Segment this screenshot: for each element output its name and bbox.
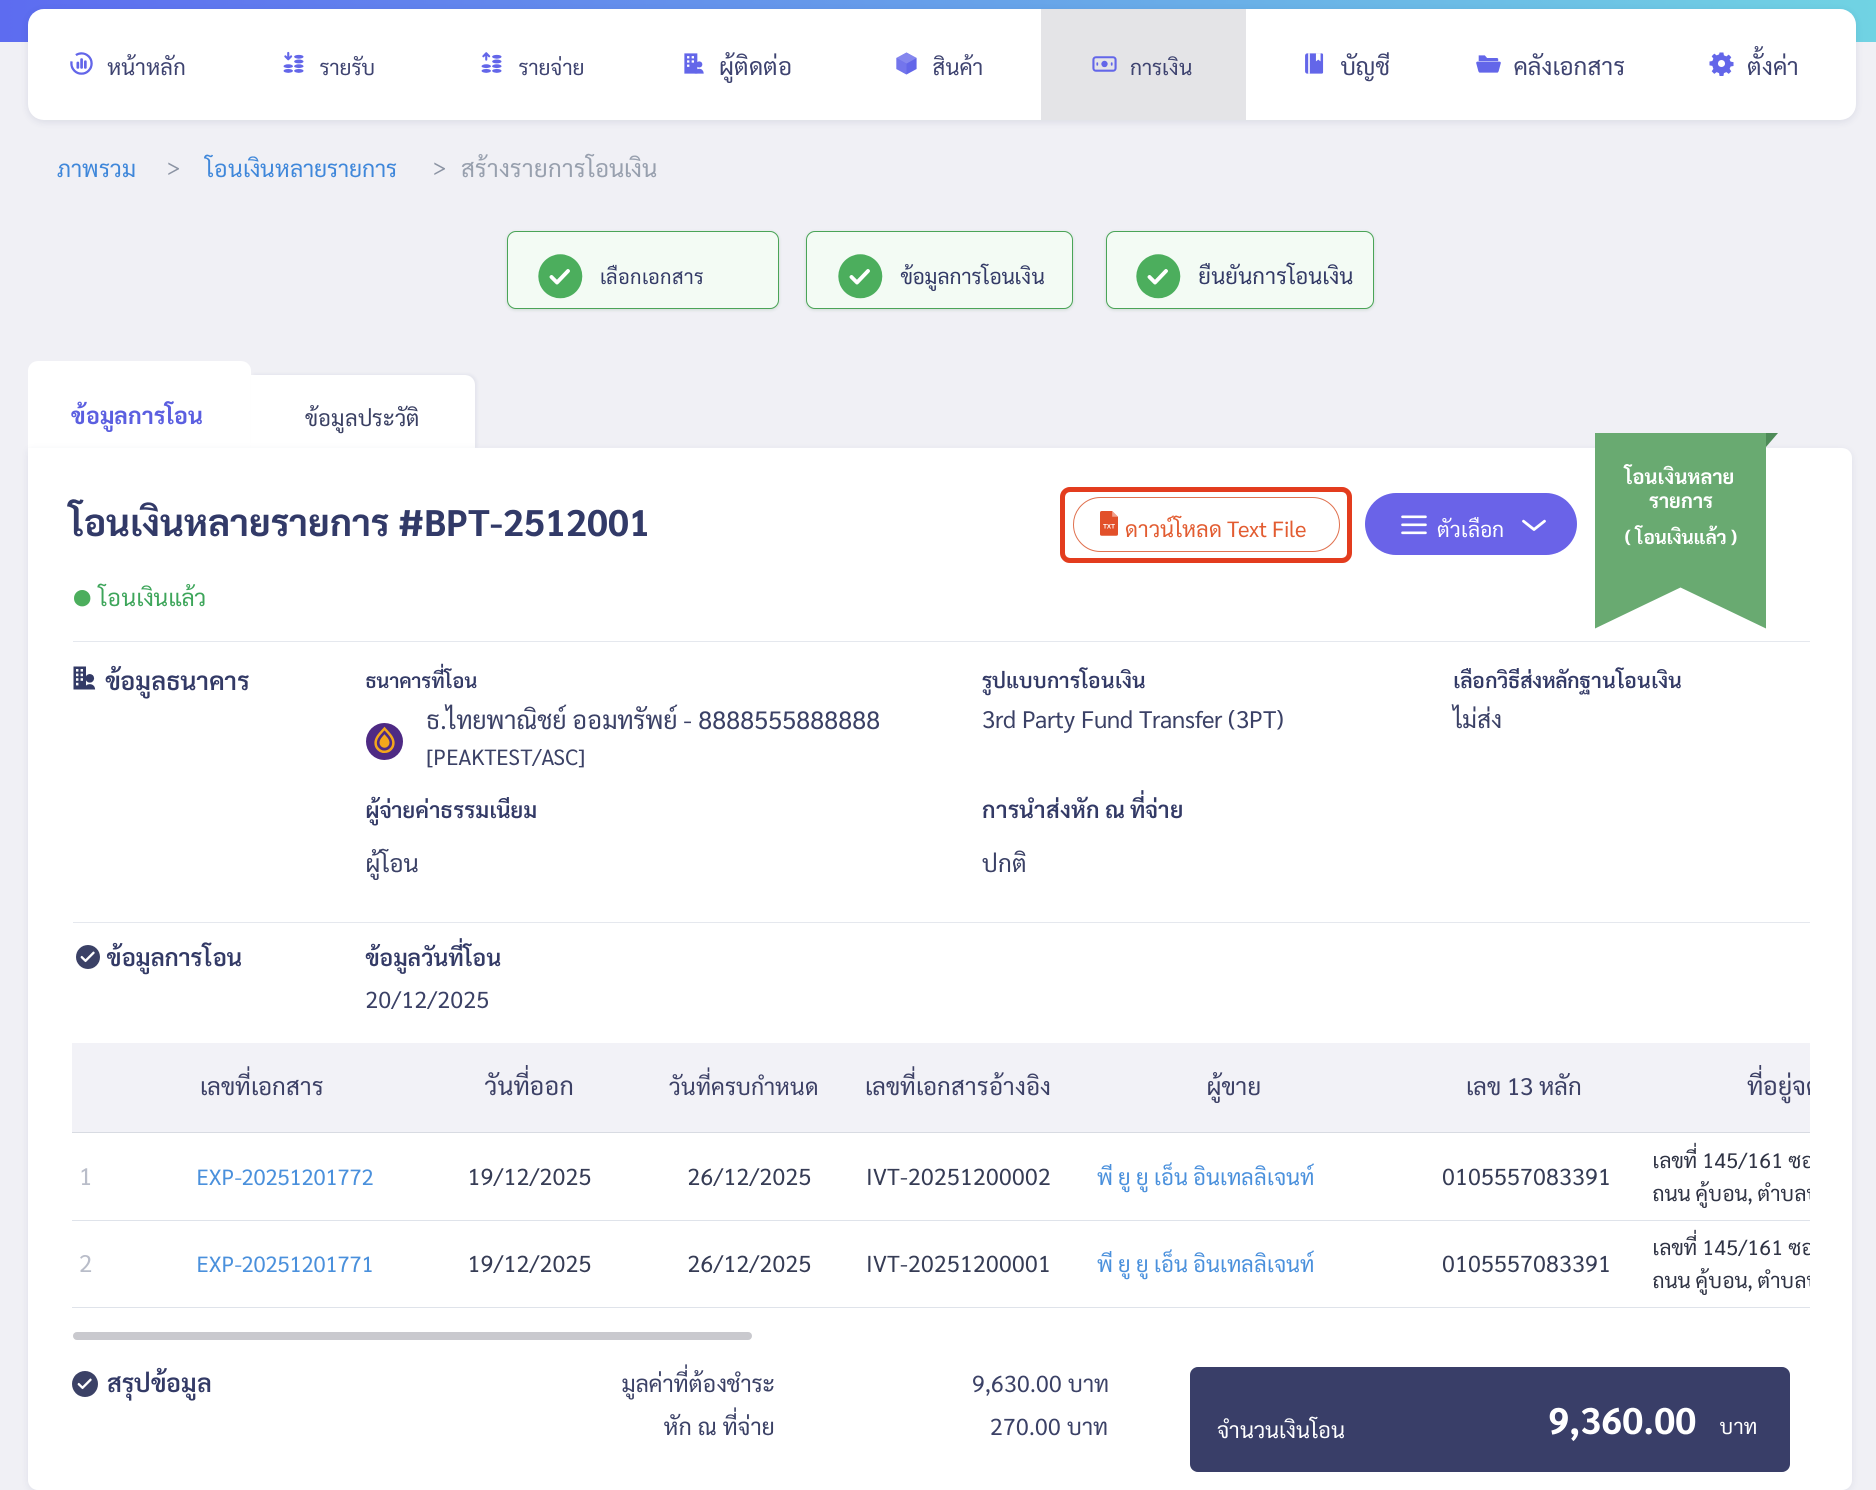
svg-text:TXT: TXT (1103, 524, 1115, 531)
